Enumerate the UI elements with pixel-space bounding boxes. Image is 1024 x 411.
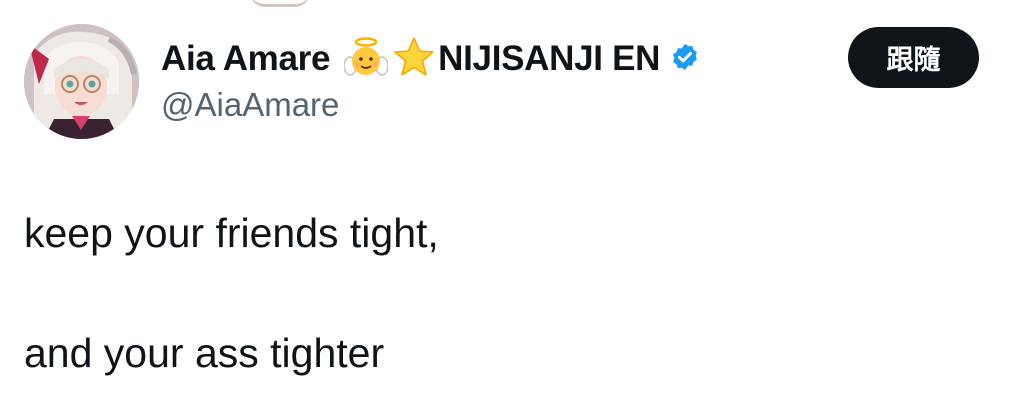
tweet-text-line: keep your friends tight,: [24, 210, 439, 256]
user-handle[interactable]: @AiaAmare: [161, 86, 339, 124]
avatar-illustration: [24, 24, 139, 139]
tweet-text-line: and your ass tighter: [24, 330, 385, 376]
author-name-row[interactable]: Aia Amare NIJISANJI EN: [161, 36, 700, 83]
baby-angel-emoji: [343, 36, 389, 83]
follow-button[interactable]: 跟隨: [848, 27, 979, 88]
affiliation-label[interactable]: NIJISANJI EN: [438, 39, 660, 79]
avatar[interactable]: [24, 24, 139, 139]
previous-content-edge: [250, 0, 310, 7]
verified-badge-icon: [670, 42, 700, 77]
display-name[interactable]: Aia Amare: [161, 39, 330, 79]
star-emoji: [392, 36, 436, 83]
